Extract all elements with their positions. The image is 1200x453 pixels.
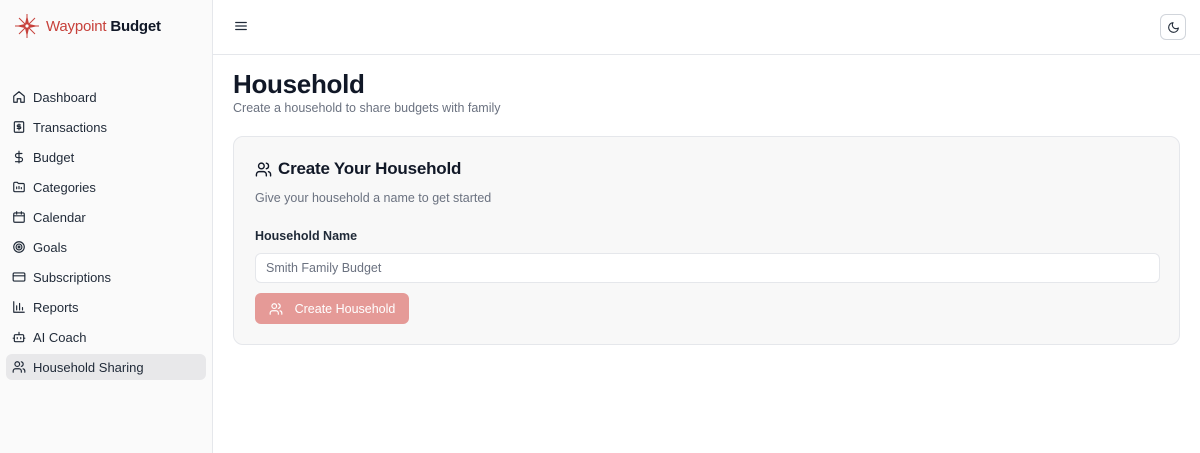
calendar-icon [12,210,26,224]
sidebar-item-subscriptions[interactable]: Subscriptions [6,264,206,290]
sidebar-item-ai-coach[interactable]: AI Coach [6,324,206,350]
sidebar-item-reports[interactable]: Reports [6,294,206,320]
sidebar: Waypoint Budget Dashboard Transactions B… [0,0,213,453]
household-name-input[interactable] [255,253,1160,283]
bar-chart-icon [12,300,26,314]
sidebar-item-label: AI Coach [33,329,87,345]
household-name-label: Household Name [255,229,358,243]
sidebar-nav: Dashboard Transactions Budget Categories… [6,84,206,384]
compass-star-icon [15,14,39,38]
menu-toggle-button[interactable] [233,17,249,35]
sidebar-item-goals[interactable]: Goals [6,234,206,260]
sidebar-item-label: Reports [33,299,79,315]
users-icon [255,161,272,177]
sidebar-item-label: Household Sharing [33,359,144,375]
receipt-icon [12,120,26,134]
target-icon [12,240,26,254]
home-icon [12,90,26,104]
brand[interactable]: Waypoint Budget [14,13,161,39]
card-header: Create Your Household [255,159,461,179]
sidebar-item-label: Subscriptions [33,269,112,285]
theme-toggle-button[interactable] [1160,14,1186,40]
brand-name-part1: Waypoint [46,17,107,35]
topbar [213,0,1200,55]
create-household-button[interactable]: Create Household [255,293,409,324]
sidebar-item-household-sharing[interactable]: Household Sharing [6,354,206,380]
sidebar-item-calendar[interactable]: Calendar [6,204,206,230]
menu-icon [235,21,247,31]
create-household-card: Create Your Household Give your househol… [233,136,1180,345]
sidebar-item-label: Dashboard [33,89,97,105]
sidebar-item-budget[interactable]: Budget [6,144,206,170]
dollar-icon [12,150,26,164]
folder-icon [12,180,26,194]
users-icon [269,302,283,315]
sidebar-item-dashboard[interactable]: Dashboard [6,84,206,110]
sidebar-item-categories[interactable]: Categories [6,174,206,200]
card-title: Create Your Household [278,159,462,178]
card-description: Give your household a name to get starte… [255,191,492,205]
moon-icon [1167,21,1179,33]
sidebar-item-transactions[interactable]: Transactions [6,114,206,140]
sidebar-item-label: Budget [33,149,75,165]
bot-icon [12,330,26,344]
brand-name-part2: Budget [110,17,161,35]
page-subtitle: Create a household to share budgets with… [233,101,501,115]
sidebar-item-label: Goals [33,239,67,255]
create-household-button-label: Create Household [294,301,396,316]
credit-card-icon [12,270,26,284]
sidebar-item-label: Calendar [33,209,86,225]
users-icon [12,360,26,374]
sidebar-item-label: Transactions [33,119,107,135]
sidebar-item-label: Categories [33,179,96,195]
page-title: Household [233,69,365,99]
